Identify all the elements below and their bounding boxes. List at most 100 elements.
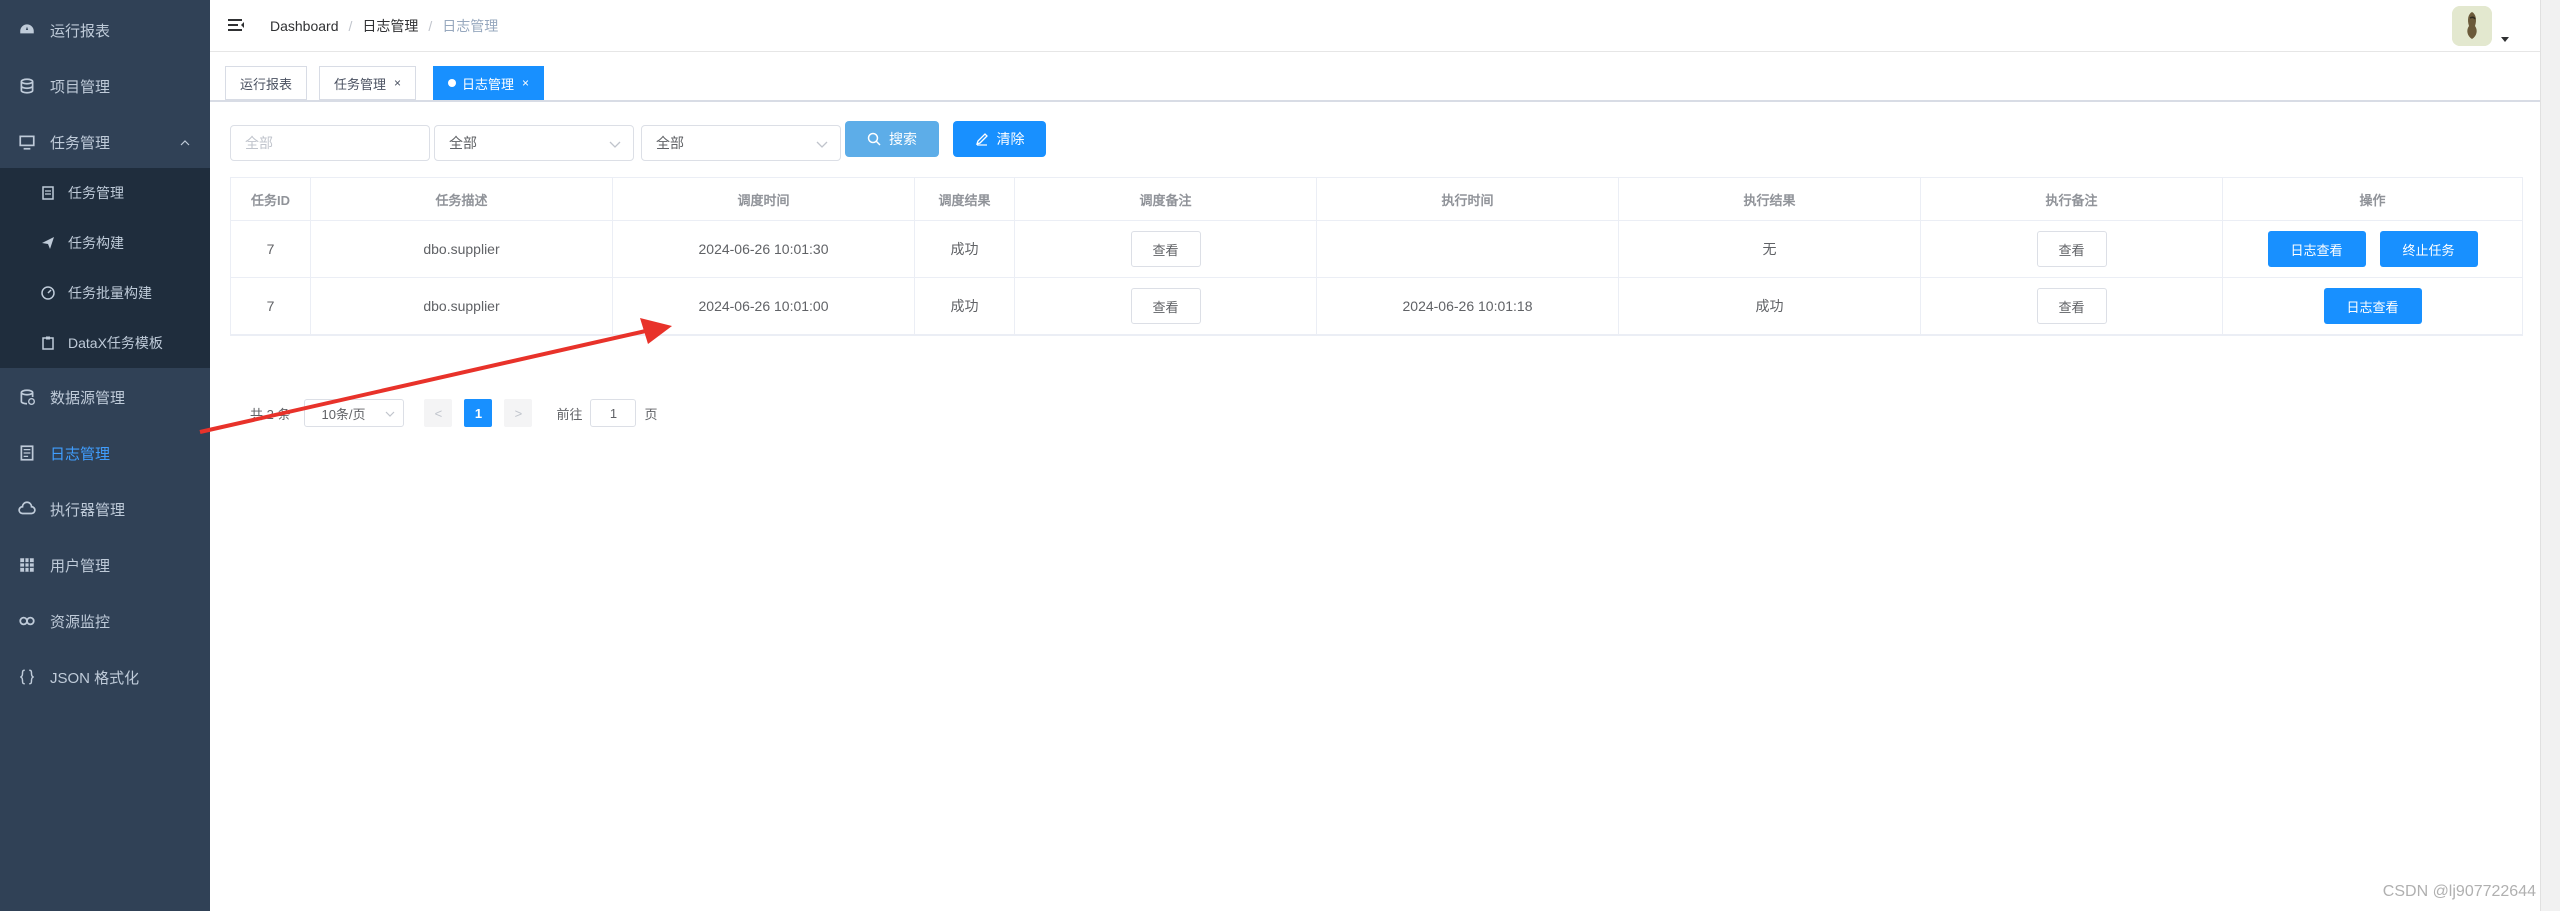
view-trigger-note-button[interactable]: 查看 bbox=[1130, 231, 1201, 267]
sidebar-item-datasource[interactable]: 数据源管理 bbox=[0, 369, 210, 425]
sidebar-item-monitor[interactable]: 资源监控 bbox=[0, 593, 210, 649]
header-cell: 调度备注 bbox=[1015, 178, 1317, 220]
sidebar-item-label: 任务管理 bbox=[68, 185, 124, 201]
breadcrumb-separator: / bbox=[428, 17, 433, 34]
view-exec-note-button[interactable]: 查看 bbox=[2036, 288, 2107, 324]
header-cell: 执行结果 bbox=[1619, 178, 1921, 220]
grid-icon bbox=[20, 558, 34, 572]
document-icon bbox=[20, 445, 34, 461]
operation-buttons: 日志查看 终止任务 bbox=[2267, 231, 2478, 267]
sidebar-item-label: 日志管理 bbox=[50, 445, 111, 463]
view-trigger-note-button[interactable]: 查看 bbox=[1130, 288, 1201, 324]
active-dot-icon bbox=[448, 79, 456, 87]
cell-job-id: 7 bbox=[231, 278, 311, 334]
sidebar-item-dashboard[interactable]: 运行报表 bbox=[0, 2, 210, 58]
sidebar-item-logs[interactable]: 日志管理 bbox=[0, 425, 210, 481]
select-value: 全部 bbox=[656, 135, 684, 151]
cell-exec-time: 2024-06-26 10:01:18 bbox=[1317, 278, 1619, 334]
sidebar-item-projects[interactable]: 项目管理 bbox=[0, 58, 210, 114]
close-icon[interactable]: × bbox=[522, 76, 529, 90]
sidebar-item-label: 任务构建 bbox=[68, 235, 124, 251]
cell-job-id: 7 bbox=[231, 221, 311, 277]
sidebar: 运行报表 项目管理 任务管理 任务管理 任务构建 任务批量构建 DataX任务模… bbox=[0, 0, 210, 911]
sidebar-item-tasks[interactable]: 任务管理 bbox=[0, 114, 210, 170]
cell-exec-note: 查看 bbox=[1921, 278, 2223, 334]
sidebar-item-executors[interactable]: 执行器管理 bbox=[0, 481, 210, 537]
page-suffix: 页 bbox=[644, 406, 658, 422]
pagination-total: 共 2 条 bbox=[250, 406, 291, 422]
clear-button-label: 清除 bbox=[996, 131, 1025, 147]
search-icon bbox=[867, 132, 881, 146]
sidebar-item-json-format[interactable]: JSON 格式化 bbox=[0, 649, 210, 705]
cell-exec-result: 无 bbox=[1619, 221, 1921, 277]
sidebar-subitem-datax-template[interactable]: DataX任务模板 bbox=[0, 318, 210, 368]
view-exec-note-button[interactable]: 查看 bbox=[2036, 231, 2107, 267]
dashboard-icon bbox=[20, 24, 34, 34]
next-page-button[interactable]: > bbox=[504, 399, 533, 427]
breadcrumb-item: 日志管理 bbox=[362, 17, 419, 34]
tag-task-management[interactable]: 任务管理 × bbox=[319, 66, 417, 100]
cell-exec-time bbox=[1317, 221, 1619, 277]
page-size-select[interactable]: 10条/页 bbox=[304, 399, 405, 427]
sidebar-subitem-task-list[interactable]: 任务管理 bbox=[0, 168, 210, 218]
page-number-current[interactable]: 1 bbox=[464, 399, 493, 427]
page-size-value: 10条/页 bbox=[321, 406, 366, 422]
close-icon[interactable]: × bbox=[394, 76, 401, 90]
table-row: 7 dbo.supplier 2024-06-26 10:01:30 成功 查看… bbox=[231, 221, 2522, 278]
cloud-icon bbox=[18, 501, 36, 515]
goto-page-input[interactable]: 1 bbox=[590, 399, 637, 427]
goto-label: 前往 bbox=[556, 406, 583, 422]
sidebar-subitem-task-build[interactable]: 任务构建 bbox=[0, 218, 210, 268]
operation-buttons: 日志查看 bbox=[2323, 288, 2422, 324]
cell-trigger-result: 成功 bbox=[915, 278, 1015, 334]
view-log-button[interactable]: 日志查看 bbox=[2267, 231, 2366, 267]
cell-trigger-note: 查看 bbox=[1015, 278, 1317, 334]
breadcrumb-item[interactable]: Dashboard bbox=[270, 18, 339, 34]
header-cell: 调度结果 bbox=[915, 178, 1015, 220]
cell-job-desc: dbo.supplier bbox=[311, 221, 613, 277]
clear-button[interactable]: 清除 bbox=[953, 121, 1046, 157]
input-placeholder: 全部 bbox=[245, 135, 273, 151]
link-icon bbox=[19, 616, 35, 626]
cell-operations: 日志查看 终止任务 bbox=[2223, 221, 2522, 277]
sidebar-item-label: 数据源管理 bbox=[50, 389, 126, 407]
header-cell: 任务ID bbox=[231, 178, 311, 220]
sidebar-item-users[interactable]: 用户管理 bbox=[0, 537, 210, 593]
send-icon bbox=[42, 237, 54, 249]
sidebar-submenu: 任务管理 任务构建 任务批量构建 DataX任务模板 bbox=[0, 168, 210, 368]
group-select[interactable]: 全部 bbox=[434, 125, 634, 161]
search-button[interactable]: 搜索 bbox=[845, 121, 939, 157]
prev-page-button[interactable]: < bbox=[424, 399, 453, 427]
avatar[interactable] bbox=[2452, 6, 2492, 46]
user-menu[interactable] bbox=[2452, 6, 2510, 46]
hamburger-icon[interactable] bbox=[226, 16, 246, 36]
cell-trigger-time: 2024-06-26 10:01:00 bbox=[613, 278, 915, 334]
tag-label: 任务管理 bbox=[334, 76, 387, 92]
tag-log-management[interactable]: 日志管理 × bbox=[433, 66, 545, 100]
datasource-icon bbox=[20, 389, 35, 405]
sidebar-item-label: 项目管理 bbox=[50, 78, 111, 96]
search-button-label: 搜索 bbox=[889, 131, 917, 147]
app-root: 运行报表 项目管理 任务管理 任务管理 任务构建 任务批量构建 DataX任务模… bbox=[0, 0, 2560, 911]
sidebar-item-label: 任务批量构建 bbox=[68, 285, 152, 301]
sidebar-item-label: JSON 格式化 bbox=[50, 669, 140, 687]
chevron-down-icon bbox=[386, 411, 395, 417]
header-cell: 操作 bbox=[2359, 192, 2386, 208]
cell-exec-result: 成功 bbox=[1619, 278, 1921, 334]
view-log-button[interactable]: 日志查看 bbox=[2323, 288, 2422, 324]
tag-dashboard[interactable]: 运行报表 bbox=[225, 66, 308, 100]
watermark: CSDN @lj907722644 bbox=[2382, 883, 2536, 900]
sidebar-subitem-batch-build[interactable]: 任务批量构建 bbox=[0, 268, 210, 318]
header-cell: 执行备注 bbox=[1921, 178, 2223, 220]
status-select[interactable]: 全部 bbox=[641, 125, 841, 161]
gauge-icon bbox=[41, 286, 55, 300]
job-id-input[interactable]: 全部 bbox=[230, 125, 430, 161]
page-scrollbar[interactable] bbox=[2540, 0, 2560, 911]
monitor-icon bbox=[19, 135, 35, 150]
table-row: 7 dbo.supplier 2024-06-26 10:01:00 成功 查看… bbox=[231, 278, 2522, 335]
database-icon bbox=[20, 78, 34, 94]
cell-job-desc: dbo.supplier bbox=[311, 278, 613, 334]
kill-task-button[interactable]: 终止任务 bbox=[2379, 231, 2478, 267]
tags-view: 运行报表 任务管理 × 日志管理 × bbox=[210, 52, 2540, 102]
cell-exec-note: 查看 bbox=[1921, 221, 2223, 277]
